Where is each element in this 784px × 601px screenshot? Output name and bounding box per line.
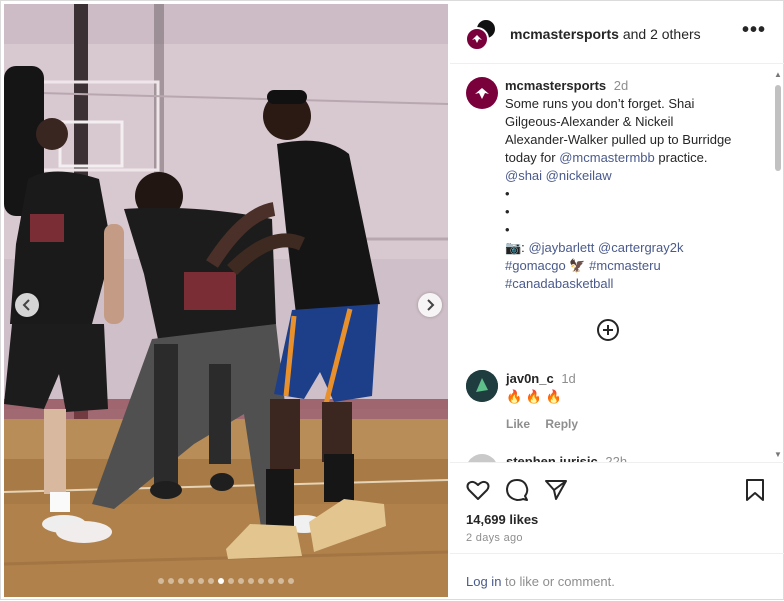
login-link[interactable]: Log in — [466, 574, 501, 589]
login-prompt: Log in to like or comment. — [450, 553, 784, 601]
reply-button[interactable]: Reply — [545, 417, 578, 431]
mention-link[interactable]: @nickeilaw — [546, 168, 612, 183]
caption-text-line: Some runs you don’t forget. Shai — [505, 96, 695, 111]
carousel-dot — [208, 578, 214, 584]
instagram-post: mcmastersports and 2 others ••• mcmaster… — [0, 0, 784, 600]
post-date[interactable]: 2 days ago — [466, 532, 523, 544]
comment-actions: Like Reply — [506, 417, 590, 431]
load-more-comments-button[interactable] — [596, 318, 620, 342]
avatar — [465, 27, 489, 51]
carousel-dot — [288, 578, 294, 584]
camera-emoji: 📷: — [505, 240, 525, 255]
comment-button[interactable] — [504, 477, 530, 503]
comment-username[interactable]: jav0n_c — [506, 371, 554, 386]
post-actions — [450, 464, 784, 512]
carousel-dot — [158, 578, 164, 584]
chevron-left-icon — [22, 299, 30, 311]
avatar[interactable] — [466, 370, 498, 402]
avatar-image — [466, 370, 498, 402]
comment: jav0n_c 1d 🔥 🔥 🔥 — [506, 370, 756, 406]
eagle-logo-icon — [472, 35, 482, 43]
hashtag-link[interactable]: #canadabasketball — [505, 276, 613, 291]
plus-circle-icon — [597, 319, 619, 341]
basketball-practice-photo — [4, 4, 448, 597]
scroll-up-arrow-icon[interactable]: ▲ — [774, 71, 782, 79]
carousel-dot — [168, 578, 174, 584]
mention-link[interactable]: @shai — [505, 168, 542, 183]
caption-bullet: • — [505, 222, 510, 237]
heart-icon — [466, 480, 490, 500]
caption-text: today for — [505, 150, 556, 165]
speech-bubble-icon — [506, 479, 529, 501]
carousel-dot — [198, 578, 204, 584]
carousel-dot — [248, 578, 254, 584]
carousel-dot — [188, 578, 194, 584]
post-photo[interactable] — [4, 4, 448, 597]
carousel-dot — [228, 578, 234, 584]
login-text: to like or comment. — [505, 574, 615, 589]
likes-count[interactable]: 14,699 likes — [466, 512, 538, 527]
carousel-dot — [238, 578, 244, 584]
carousel-dot — [218, 578, 224, 584]
carousel-indicator — [4, 578, 448, 584]
caption-bullet: • — [505, 186, 510, 201]
like-button[interactable] — [465, 477, 491, 503]
carousel-dot — [268, 578, 274, 584]
post-header: mcmastersports and 2 others ••• — [450, 1, 784, 64]
eagle-emoji: 🦅 — [569, 258, 586, 273]
mention-link[interactable]: @jaybarlett — [528, 240, 594, 255]
post-author[interactable]: mcmastersports and 2 others — [510, 26, 701, 42]
caption-time[interactable]: 2d — [614, 78, 628, 93]
carousel-dot — [178, 578, 184, 584]
chevron-right-icon — [427, 299, 435, 311]
save-button[interactable] — [742, 477, 768, 503]
previous-photo-button[interactable] — [15, 293, 39, 317]
carousel-dot — [258, 578, 264, 584]
more-options-icon[interactable]: ••• — [742, 20, 766, 43]
hashtag-link[interactable]: #mcmasteru — [589, 258, 661, 273]
avatar[interactable] — [466, 77, 498, 109]
eagle-logo-icon — [475, 88, 489, 99]
caption-username[interactable]: mcmastersports — [505, 78, 606, 93]
comment-time[interactable]: 1d — [561, 371, 575, 386]
scrollbar[interactable]: ▲ ▼ — [774, 69, 782, 459]
bookmark-icon — [746, 479, 764, 501]
scroll-down-arrow-icon[interactable]: ▼ — [774, 451, 782, 459]
collaborators-text[interactable]: and 2 others — [623, 26, 701, 42]
post-sidebar: mcmastersports and 2 others ••• mcmaster… — [450, 1, 784, 601]
author-username[interactable]: mcmastersports — [510, 26, 619, 42]
paper-plane-icon — [545, 480, 567, 500]
like-comment-button[interactable]: Like — [506, 417, 530, 431]
avatar[interactable] — [466, 454, 498, 462]
comment: stephen.jurisic 22h — [506, 454, 627, 462]
mention-link[interactable]: @cartergray2k — [598, 240, 683, 255]
share-button[interactable] — [543, 477, 569, 503]
caption-bullet: • — [505, 204, 510, 219]
comments-panel[interactable]: mcmastersports 2d Some runs you don’t fo… — [450, 65, 784, 463]
hashtag-link[interactable]: #gomacgo — [505, 258, 566, 273]
next-photo-button[interactable] — [418, 293, 442, 317]
collaborator-avatars[interactable] — [465, 18, 499, 52]
comment-time[interactable]: 22h — [605, 454, 627, 462]
comment-text: 🔥 🔥 🔥 — [506, 389, 562, 404]
comment-username[interactable]: stephen.jurisic — [506, 454, 598, 462]
carousel-dot — [278, 578, 284, 584]
post-caption: mcmastersports 2d Some runs you don’t fo… — [505, 77, 767, 293]
caption-text-line: Alexander-Walker pulled up to Burridge — [505, 132, 732, 147]
caption-text: practice. — [658, 150, 708, 165]
scrollbar-thumb[interactable] — [775, 85, 781, 171]
caption-text-line: Gilgeous-Alexander & Nickeil — [505, 114, 674, 129]
mention-link[interactable]: @mcmastermbb — [559, 150, 655, 165]
